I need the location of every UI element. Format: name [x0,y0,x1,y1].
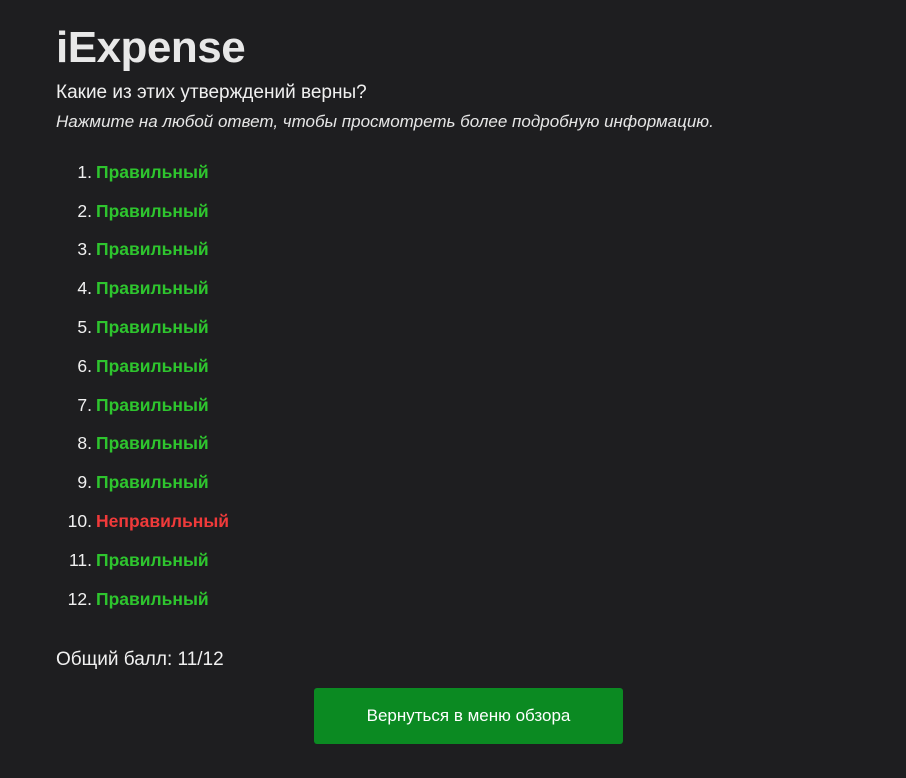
app-title: iExpense [56,23,246,72]
answer-result-link[interactable]: Правильный [96,589,209,610]
answer-result-link[interactable]: Правильный [96,317,209,338]
answer-number: 9. [77,472,92,493]
answer-item-6: 6. Правильный [56,347,856,386]
answer-item-3: 3. Правильный [56,231,856,270]
answer-item-2: 2. Правильный [56,192,856,231]
back-to-review-menu-button[interactable]: Вернуться в меню обзора [314,688,623,744]
answer-number: 8. [77,433,92,454]
answer-item-10: 10. Неправильный [56,502,856,541]
answer-number: 3. [77,239,92,260]
answer-item-9: 9. Правильный [56,463,856,502]
answer-number: 4. [77,278,92,299]
answer-result-link[interactable]: Неправильный [96,511,229,532]
hint-text: Нажмите на любой ответ, чтобы просмотрет… [56,112,714,131]
answer-result-link[interactable]: Правильный [96,201,209,222]
answer-result-link[interactable]: Правильный [96,278,209,299]
answer-number: 11. [68,549,92,570]
answer-result-link[interactable]: Правильный [96,433,209,454]
total-score: Общий балл: 11/12 [56,648,224,670]
answer-item-4: 4. Правильный [56,269,856,308]
answer-item-5: 5. Правильный [56,308,856,347]
answer-number: 2. [77,200,92,221]
answer-number: 1. [77,161,92,182]
answer-number: 10. [67,511,92,532]
answer-result-link[interactable]: Правильный [96,550,209,571]
answer-item-7: 7. Правильный [56,386,856,425]
answer-result-link[interactable]: Правильный [96,472,209,493]
answer-item-8: 8. Правильный [56,425,856,464]
answer-number: 5. [77,317,92,338]
answer-result-link[interactable]: Правильный [96,239,209,260]
question-text: Какие из этих утверждений верны? [56,82,367,103]
answer-item-12: 12. Правильный [56,580,856,619]
answer-result-link[interactable]: Правильный [96,162,209,183]
main-content: iExpense Какие из этих утверждений верны… [56,0,856,671]
answer-item-1: 1. Правильный [56,153,856,192]
answer-number: 12. [67,588,92,609]
answers-list: 1. Правильный 2. Правильный 3. Правильны… [56,153,856,619]
answer-result-link[interactable]: Правильный [96,395,209,416]
answer-item-11: 11. Правильный [56,541,856,580]
answer-number: 6. [77,355,92,376]
answer-number: 7. [77,394,92,415]
answer-result-link[interactable]: Правильный [96,356,209,377]
